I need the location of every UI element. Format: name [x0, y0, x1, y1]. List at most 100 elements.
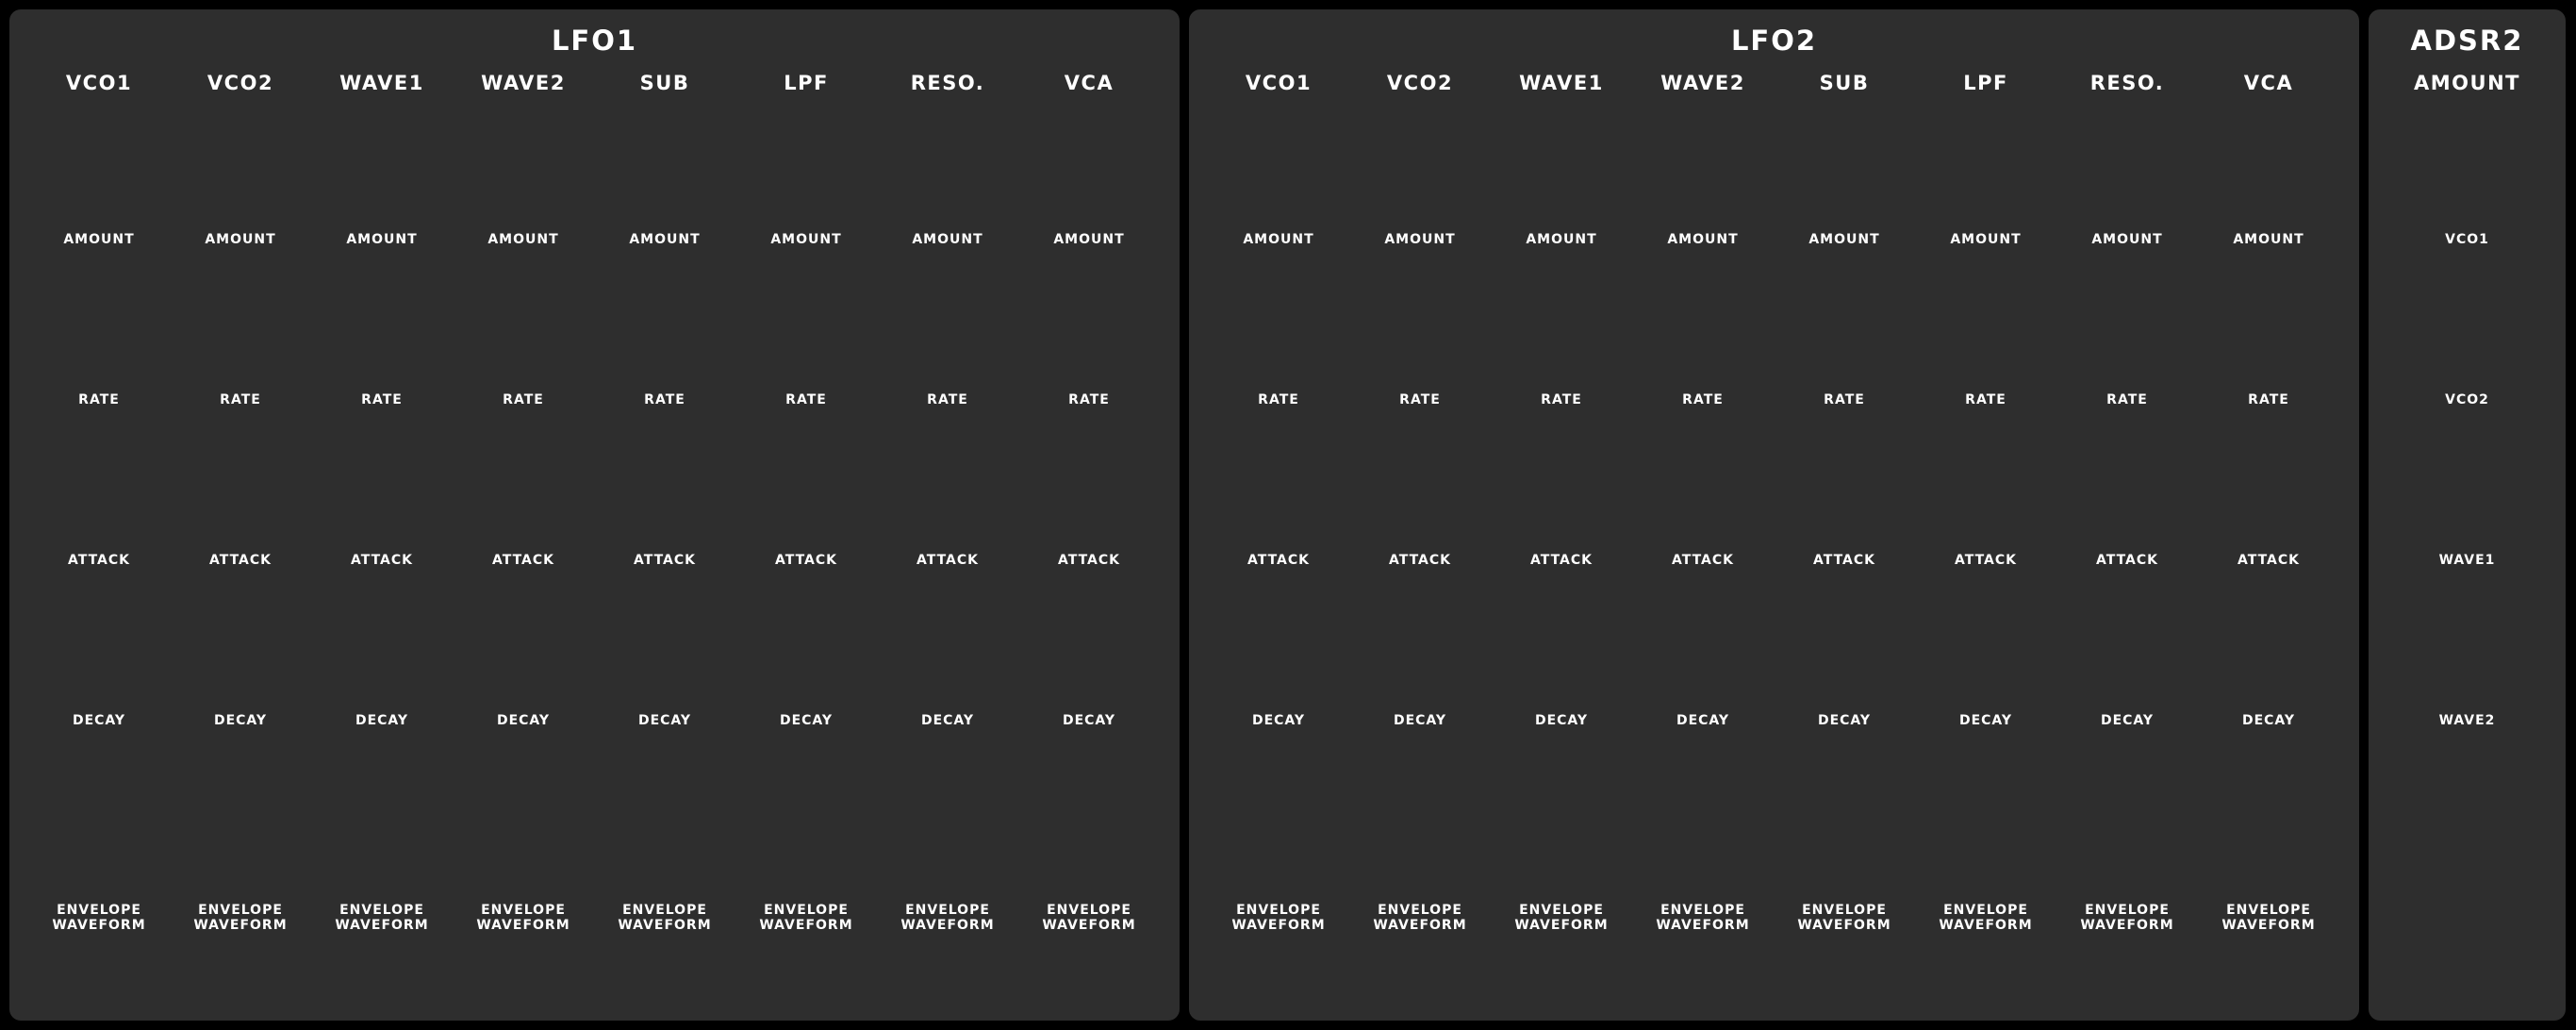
adsr2-target-wave1[interactable]: WAVE1 — [2369, 553, 2566, 568]
lfo2-amount-label[interactable]: AMOUNT — [1349, 232, 1491, 247]
waveform-text: WAVEFORM — [1514, 918, 1609, 933]
adsr2-target-vco2[interactable]: VCO2 — [2369, 392, 2566, 407]
lfo1-decay-label[interactable]: DECAY — [1018, 713, 1160, 728]
lfo2-column: RESO. AMOUNT RATE ATTACK DECAY ENVELOPE WAVEFO… — [2056, 9, 2198, 1021]
lfo1-envelope-waveform-label[interactable]: ENVELOPE WAVEFORM — [594, 903, 735, 933]
lfo2-attack-label[interactable]: ATTACK — [2056, 553, 2198, 568]
lfo1-amount-label[interactable]: AMOUNT — [594, 232, 735, 247]
lfo2-envelope-waveform-label[interactable]: ENVELOPE WAVEFORM — [1208, 903, 1349, 933]
lfo2-decay-label[interactable]: DECAY — [1349, 713, 1491, 728]
lfo2-panel: LFO2 VCO1 AMOUNT RATE ATTACK DECAY ENVELOPE WA… — [1189, 9, 2359, 1021]
lfo2-attack-label[interactable]: ATTACK — [1774, 553, 1915, 568]
lfo2-envelope-waveform-label[interactable]: ENVELOPE WAVEFORM — [1491, 903, 1632, 933]
lfo2-attack-label[interactable]: ATTACK — [2198, 553, 2339, 568]
lfo2-attack-label[interactable]: ATTACK — [1491, 553, 1632, 568]
lfo2-rate-label[interactable]: RATE — [1915, 392, 2056, 407]
lfo2-amount-label[interactable]: AMOUNT — [1208, 232, 1349, 247]
lfo2-decay-label[interactable]: DECAY — [1632, 713, 1774, 728]
lfo1-attack-label[interactable]: ATTACK — [877, 553, 1018, 568]
lfo1-column-header: VCA — [1064, 72, 1115, 94]
lfo1-amount-label[interactable]: AMOUNT — [28, 232, 170, 247]
envelope-text: ENVELOPE — [1236, 903, 1321, 918]
lfo2-envelope-waveform-label[interactable]: ENVELOPE WAVEFORM — [1349, 903, 1491, 933]
waveform-text: WAVEFORM — [618, 918, 712, 933]
lfo2-amount-label[interactable]: AMOUNT — [1632, 232, 1774, 247]
lfo2-column: VCO1 AMOUNT RATE ATTACK DECAY ENVELOPE WAVEFOR… — [1208, 9, 1349, 1021]
lfo2-rate-label[interactable]: RATE — [2198, 392, 2339, 407]
lfo1-envelope-waveform-label[interactable]: ENVELOPE WAVEFORM — [170, 903, 311, 933]
lfo1-rate-label[interactable]: RATE — [735, 392, 877, 407]
adsr2-target-vco1[interactable]: VCO1 — [2369, 232, 2566, 247]
lfo1-amount-label[interactable]: AMOUNT — [170, 232, 311, 247]
lfo1-amount-label[interactable]: AMOUNT — [735, 232, 877, 247]
lfo1-decay-label[interactable]: DECAY — [28, 713, 170, 728]
waveform-text: WAVEFORM — [476, 918, 570, 933]
lfo1-envelope-waveform-label[interactable]: ENVELOPE WAVEFORM — [453, 903, 594, 933]
lfo2-amount-label[interactable]: AMOUNT — [1915, 232, 2056, 247]
lfo1-envelope-waveform-label[interactable]: ENVELOPE WAVEFORM — [877, 903, 1018, 933]
lfo2-column-header: WAVE2 — [1660, 72, 1745, 94]
lfo1-envelope-waveform-label[interactable]: ENVELOPE WAVEFORM — [1018, 903, 1160, 933]
lfo2-decay-label[interactable]: DECAY — [2056, 713, 2198, 728]
lfo2-decay-label[interactable]: DECAY — [2198, 713, 2339, 728]
lfo1-attack-label[interactable]: ATTACK — [594, 553, 735, 568]
lfo1-rate-label[interactable]: RATE — [453, 392, 594, 407]
lfo1-decay-label[interactable]: DECAY — [170, 713, 311, 728]
lfo2-decay-label[interactable]: DECAY — [1208, 713, 1349, 728]
lfo2-decay-label[interactable]: DECAY — [1774, 713, 1915, 728]
envelope-text: ENVELOPE — [1802, 903, 1887, 918]
lfo1-attack-label[interactable]: ATTACK — [735, 553, 877, 568]
lfo1-attack-label[interactable]: ATTACK — [1018, 553, 1160, 568]
lfo2-attack-label[interactable]: ATTACK — [1208, 553, 1349, 568]
lfo1-amount-label[interactable]: AMOUNT — [311, 232, 453, 247]
lfo1-decay-label[interactable]: DECAY — [877, 713, 1018, 728]
lfo1-rate-label[interactable]: RATE — [311, 392, 453, 407]
lfo1-decay-label[interactable]: DECAY — [311, 713, 453, 728]
lfo1-attack-label[interactable]: ATTACK — [170, 553, 311, 568]
lfo1-rate-label[interactable]: RATE — [594, 392, 735, 407]
lfo1-rate-label[interactable]: RATE — [1018, 392, 1160, 407]
adsr2-amount-header: AMOUNT — [2414, 72, 2520, 94]
lfo2-column-header: VCA — [2243, 72, 2294, 94]
lfo1-amount-label[interactable]: AMOUNT — [453, 232, 594, 247]
lfo2-decay-label[interactable]: DECAY — [1491, 713, 1632, 728]
lfo2-amount-label[interactable]: AMOUNT — [1774, 232, 1915, 247]
lfo2-rate-label[interactable]: RATE — [1774, 392, 1915, 407]
lfo1-attack-label[interactable]: ATTACK — [311, 553, 453, 568]
lfo2-envelope-waveform-label[interactable]: ENVELOPE WAVEFORM — [1915, 903, 2056, 933]
lfo2-envelope-waveform-label[interactable]: ENVELOPE WAVEFORM — [2198, 903, 2339, 933]
lfo1-column: RESO. AMOUNT RATE ATTACK DECAY ENVELOPE WAVEFO… — [877, 9, 1018, 1021]
lfo1-attack-label[interactable]: ATTACK — [28, 553, 170, 568]
envelope-text: ENVELOPE — [764, 903, 849, 918]
lfo1-rate-label[interactable]: RATE — [170, 392, 311, 407]
lfo2-decay-label[interactable]: DECAY — [1915, 713, 2056, 728]
lfo1-rate-label[interactable]: RATE — [28, 392, 170, 407]
lfo1-amount-label[interactable]: AMOUNT — [877, 232, 1018, 247]
lfo1-amount-label[interactable]: AMOUNT — [1018, 232, 1160, 247]
lfo1-decay-label[interactable]: DECAY — [594, 713, 735, 728]
lfo2-rate-label[interactable]: RATE — [2056, 392, 2198, 407]
lfo2-amount-label[interactable]: AMOUNT — [2198, 232, 2339, 247]
lfo2-rate-label[interactable]: RATE — [1349, 392, 1491, 407]
lfo2-attack-label[interactable]: ATTACK — [1915, 553, 2056, 568]
envelope-text: ENVELOPE — [905, 903, 990, 918]
lfo2-column-header: SUB — [1819, 72, 1870, 94]
lfo2-attack-label[interactable]: ATTACK — [1349, 553, 1491, 568]
lfo2-envelope-waveform-label[interactable]: ENVELOPE WAVEFORM — [2056, 903, 2198, 933]
lfo2-amount-label[interactable]: AMOUNT — [1491, 232, 1632, 247]
lfo2-rate-label[interactable]: RATE — [1208, 392, 1349, 407]
lfo2-amount-label[interactable]: AMOUNT — [2056, 232, 2198, 247]
lfo1-decay-label[interactable]: DECAY — [453, 713, 594, 728]
lfo1-envelope-waveform-label[interactable]: ENVELOPE WAVEFORM — [735, 903, 877, 933]
lfo2-envelope-waveform-label[interactable]: ENVELOPE WAVEFORM — [1774, 903, 1915, 933]
lfo2-attack-label[interactable]: ATTACK — [1632, 553, 1774, 568]
lfo1-attack-label[interactable]: ATTACK — [453, 553, 594, 568]
lfo1-envelope-waveform-label[interactable]: ENVELOPE WAVEFORM — [311, 903, 453, 933]
lfo2-rate-label[interactable]: RATE — [1632, 392, 1774, 407]
lfo2-envelope-waveform-label[interactable]: ENVELOPE WAVEFORM — [1632, 903, 1774, 933]
lfo2-rate-label[interactable]: RATE — [1491, 392, 1632, 407]
lfo1-rate-label[interactable]: RATE — [877, 392, 1018, 407]
lfo1-envelope-waveform-label[interactable]: ENVELOPE WAVEFORM — [28, 903, 170, 933]
adsr2-target-wave2[interactable]: WAVE2 — [2369, 713, 2566, 728]
lfo1-decay-label[interactable]: DECAY — [735, 713, 877, 728]
